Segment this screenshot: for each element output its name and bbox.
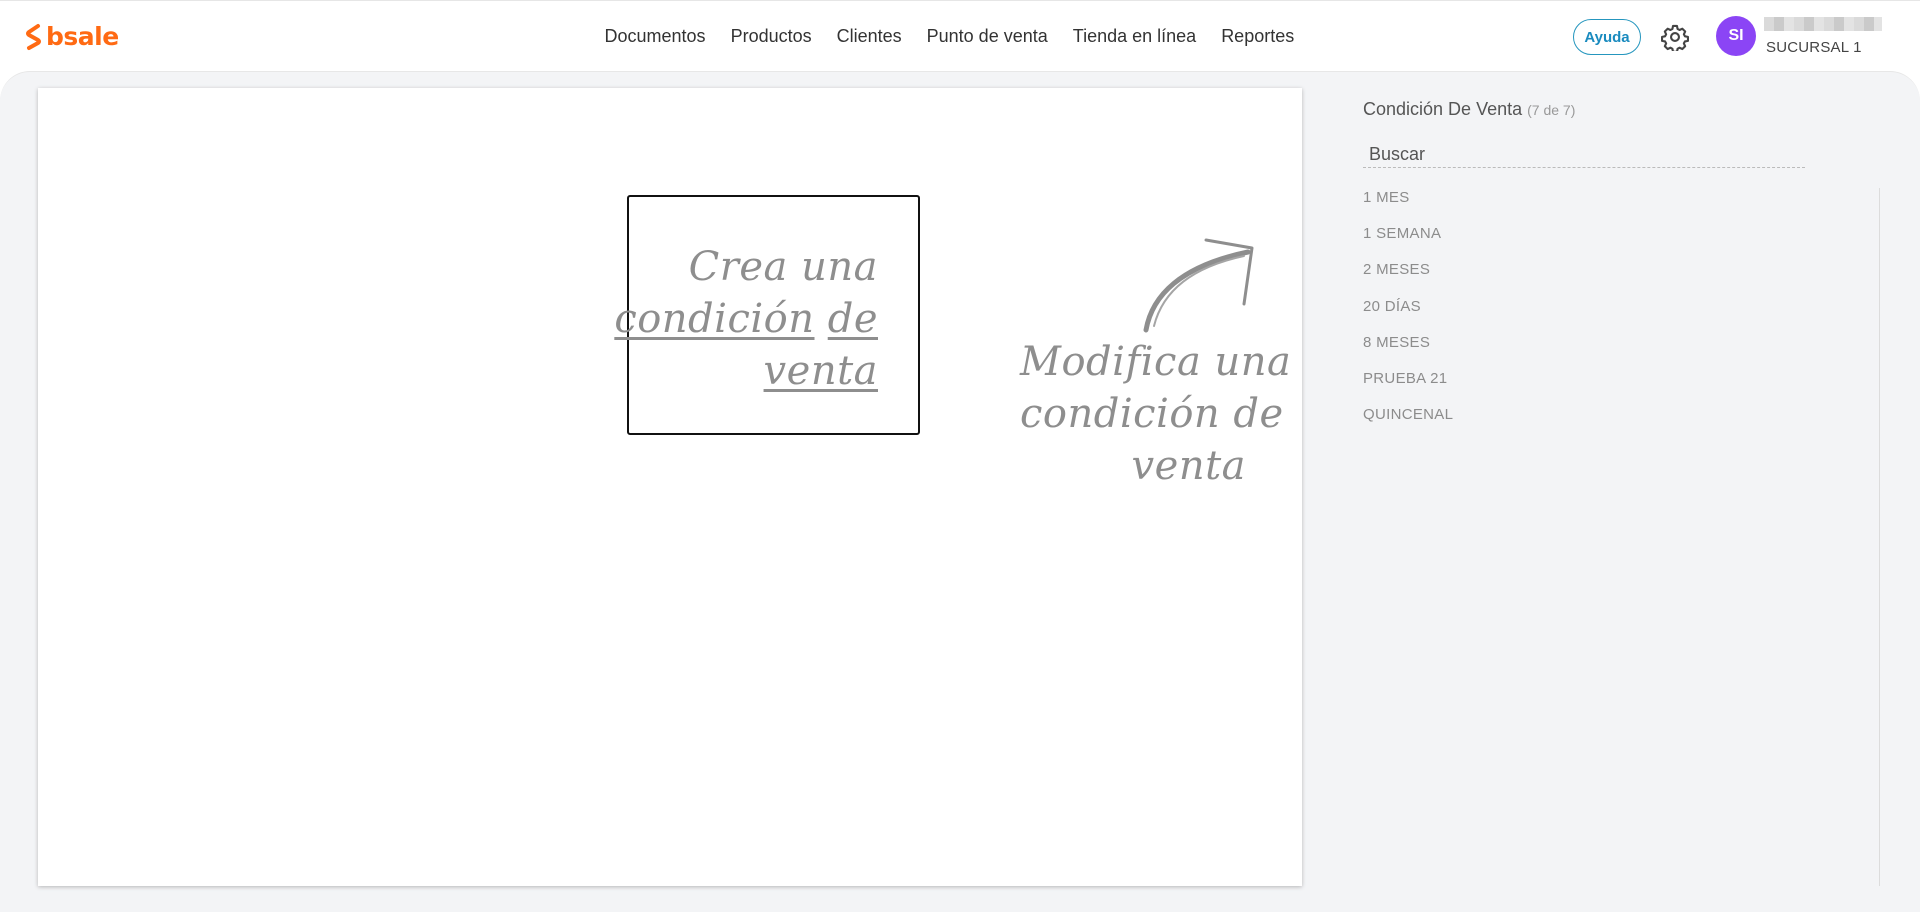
list-item-1-mes[interactable]: 1 MES (1363, 186, 1863, 222)
brand-name: bsale (46, 22, 119, 51)
nav-item-tienda-en-linea[interactable]: Tienda en línea (1060, 1, 1208, 72)
list-item-1-semana[interactable]: 1 SEMANA (1363, 222, 1863, 258)
modify-condition-hint: Modifica una condición de venta (1020, 339, 1292, 489)
list-item-8-meses[interactable]: 8 MESES (1363, 331, 1863, 367)
sidebar-title: Condición De Venta (7 de 7) (1363, 99, 1576, 119)
create-condition-button[interactable]: Crea una condición de venta (614, 195, 920, 435)
branch-selector[interactable]: SUCURSAL 1 (1766, 39, 1862, 56)
list-item-prueba-21[interactable]: PRUEBA 21 (1363, 367, 1863, 403)
nav-item-clientes[interactable]: Clientes (824, 1, 914, 72)
bsale-logo-icon (26, 24, 41, 50)
nav-item-documentos[interactable]: Documentos (592, 1, 718, 72)
gear-icon[interactable] (1661, 23, 1689, 51)
help-button[interactable]: Ayuda (1573, 19, 1641, 55)
nav-item-punto-de-venta[interactable]: Punto de venta (914, 1, 1060, 72)
main-nav: Documentos Productos Clientes Punto de v… (592, 1, 1307, 72)
bsale-logo[interactable]: bsale (26, 23, 119, 51)
sidebar-scrollbar[interactable] (1879, 188, 1880, 886)
sidebar-count: (7 de 7) (1527, 102, 1576, 118)
top-navbar: bsale Documentos Productos Clientes Punt… (0, 0, 1920, 71)
search-input[interactable] (1363, 142, 1805, 168)
create-condition-label: Crea una condición de venta (614, 244, 878, 394)
list-item-quincenal[interactable]: QUINCENAL (1363, 403, 1863, 439)
nav-item-productos[interactable]: Productos (718, 1, 824, 72)
nav-item-reportes[interactable]: Reportes (1209, 1, 1307, 72)
user-name-redacted (1764, 17, 1882, 31)
list-item-20-dias[interactable]: 20 DÍAS (1363, 295, 1863, 331)
list-item-2-meses[interactable]: 2 MESES (1363, 258, 1863, 294)
condition-list: 1 MES 1 SEMANA 2 MESES 20 DÍAS 8 MESES P… (1363, 186, 1863, 439)
curved-arrow-icon (1143, 238, 1254, 333)
user-avatar[interactable]: SI (1716, 16, 1756, 56)
